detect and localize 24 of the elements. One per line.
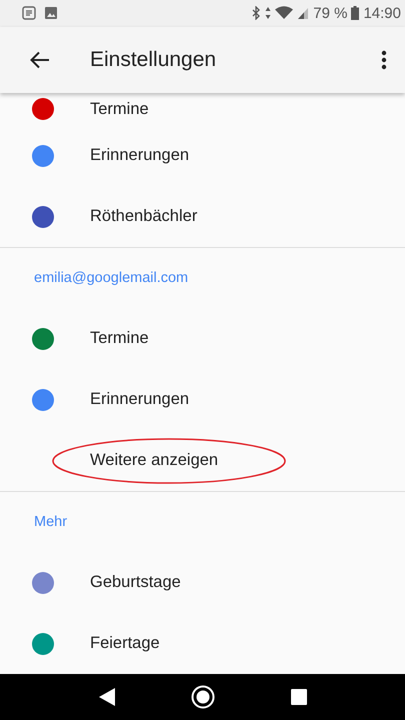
data-transfer-icon <box>265 6 272 20</box>
wifi-icon <box>275 6 294 20</box>
back-triangle-icon[interactable] <box>98 687 116 708</box>
calendar-list-item[interactable]: Röthenbächler <box>0 186 405 248</box>
section-header: Mehr <box>34 514 68 530</box>
signal-icon <box>297 6 310 20</box>
battery-icon <box>351 6 360 20</box>
image-icon <box>44 6 58 20</box>
more-options-icon[interactable] <box>381 50 387 70</box>
bluetooth-icon <box>252 6 262 20</box>
calendar-list-item[interactable]: Termine <box>0 308 405 370</box>
notes-icon <box>22 6 36 20</box>
home-circle-icon[interactable] <box>191 685 216 710</box>
section-header: emilia@googlemail.com <box>34 270 188 286</box>
calendar-list-item[interactable]: Termine <box>0 93 405 126</box>
battery-percent: 79 % <box>313 4 348 22</box>
calendar-list-item[interactable]: Geburtstage <box>0 552 405 614</box>
calendar-list-item[interactable]: Erinnerungen <box>0 125 405 186</box>
clock-time: 14:90 <box>363 4 401 22</box>
calendar-list-item[interactable]: Feiertage <box>0 613 405 674</box>
back-arrow-icon[interactable] <box>30 50 50 69</box>
screen-title: Einstellungen <box>90 48 218 72</box>
calendar-list-item[interactable]: Erinnerungen <box>0 369 405 430</box>
recents-square-icon[interactable] <box>291 689 308 706</box>
